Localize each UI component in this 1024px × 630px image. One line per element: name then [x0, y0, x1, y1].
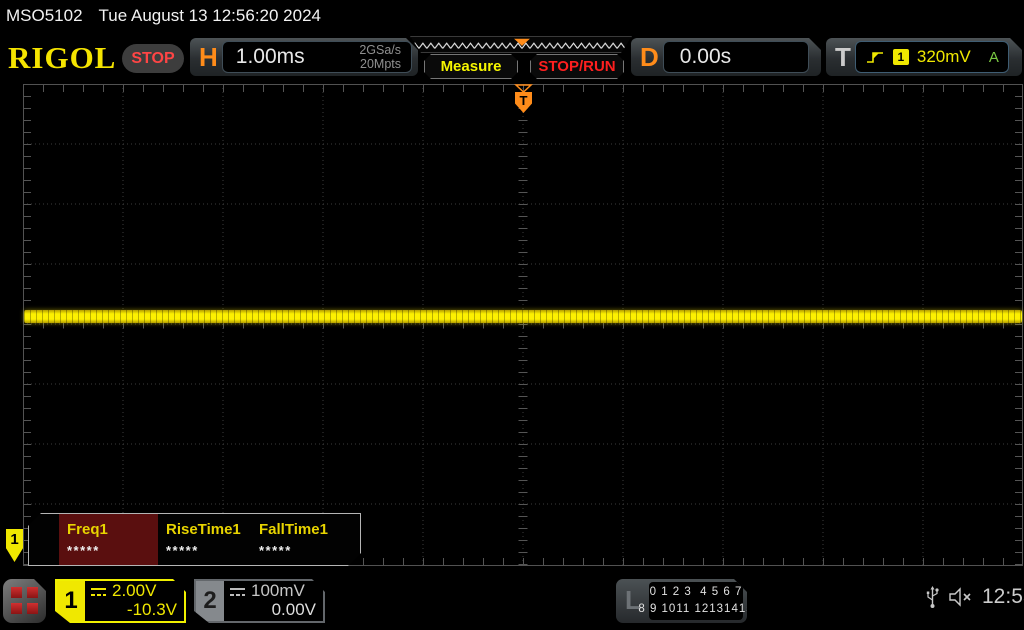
channel1-offset: -10.3V — [126, 600, 177, 619]
channel2-number-tab: 2 — [196, 581, 224, 621]
trigger-source-badge: 1 — [893, 49, 909, 65]
channel2-scale: 100mV — [251, 581, 305, 601]
stop-run-button[interactable]: STOP/RUN — [530, 54, 624, 79]
graticule-grid — [23, 84, 1023, 566]
digital-channels-list: 0 1 2 3 4 5 6 7 8 9 1011 12131415 — [649, 582, 743, 620]
trigger-coupling-mode: A — [988, 48, 999, 66]
channel2-status-box[interactable]: 2 100mV 0.00V — [194, 579, 325, 623]
measurement-value: ***** — [166, 543, 199, 558]
trigger-box: 1 320mV A — [855, 41, 1009, 73]
measurement-label: FallTime1 — [259, 521, 328, 538]
channel1-trace — [24, 310, 1022, 323]
digital-channels-row1: 0 1 2 3 4 5 6 7 — [649, 586, 743, 599]
delay-value: 0.00s — [679, 45, 732, 68]
channel2-offset: 0.00V — [271, 600, 316, 619]
trigger-window-triangle-icon — [514, 84, 533, 93]
acquisition-info: 2GSa/s 20Mpts — [359, 43, 411, 72]
oscilloscope-screen: MSO5102 Tue August 13 12:56:20 2024 RIGO… — [0, 0, 1024, 630]
measurement-panel: Freq1 ***** RiseTime1 ***** FallTime1 **… — [28, 513, 361, 566]
measurement-value: ***** — [259, 543, 292, 558]
corner-cut — [33, 578, 47, 592]
measurement-value: ***** — [67, 543, 100, 558]
measurement-item-risetime1[interactable]: RiseTime1 ***** — [158, 514, 251, 565]
datetime-text: Tue August 13 12:56:20 2024 — [98, 6, 321, 25]
sound-muted-icon[interactable] — [948, 587, 973, 607]
zigzag-waveform-icon — [411, 37, 631, 52]
dc-coupling-icon — [90, 587, 107, 597]
channel1-status-box[interactable]: 1 2.00V -10.3V — [55, 579, 186, 623]
measure-button[interactable]: Measure — [424, 54, 518, 79]
waveform-display-area — [23, 84, 1023, 566]
titlebar: MSO5102 Tue August 13 12:56:20 2024 — [6, 6, 321, 26]
channel1-scale: 2.00V — [112, 581, 157, 601]
measurement-label: Freq1 — [67, 521, 108, 538]
delay-box: 0.00s — [663, 41, 809, 73]
run-state-badge: STOP — [122, 44, 184, 73]
memory-depth: 20Mpts — [360, 57, 401, 71]
timebase-box: 1.00ms 2GSa/s 20Mpts — [222, 41, 412, 73]
delay-settings[interactable]: D 0.00s — [631, 38, 821, 76]
trigger-settings[interactable]: T 1 320mV A — [826, 38, 1022, 76]
measurement-label: RiseTime1 — [166, 521, 241, 538]
horizontal-label: H — [199, 41, 218, 72]
clock-display: 12:55 — [982, 585, 1024, 608]
menu-button[interactable] — [3, 578, 47, 623]
measurement-item-freq1[interactable]: Freq1 ***** — [59, 514, 158, 565]
waveform-position-indicator[interactable] — [410, 36, 632, 53]
logic-analyzer-box[interactable]: L 0 1 2 3 4 5 6 7 8 9 1011 12131415 — [616, 579, 747, 623]
sample-rate: 2GSa/s — [359, 42, 401, 57]
model-name: MSO5102 — [6, 6, 83, 25]
digital-channels-row2: 8 9 1011 12131415 — [638, 603, 754, 615]
trigger-label: T — [835, 41, 851, 72]
horizontal-settings[interactable]: H 1.00ms 2GSa/s 20Mpts — [190, 38, 418, 76]
timebase-value: 1.00ms — [235, 45, 305, 68]
rigol-logo: RIGOL — [8, 40, 117, 75]
dc-coupling-icon — [229, 587, 246, 597]
measurement-item-falltime1[interactable]: FallTime1 ***** — [251, 514, 344, 565]
channel1-level-marker[interactable]: 1 — [6, 529, 23, 562]
channel1-number-tab: 1 — [57, 581, 85, 621]
delay-label: D — [640, 41, 659, 72]
trigger-slope-icon — [865, 49, 885, 65]
trigger-level-value: 320mV — [916, 47, 971, 66]
usb-icon — [926, 586, 939, 608]
status-icons: 12:55 — [926, 585, 1024, 609]
